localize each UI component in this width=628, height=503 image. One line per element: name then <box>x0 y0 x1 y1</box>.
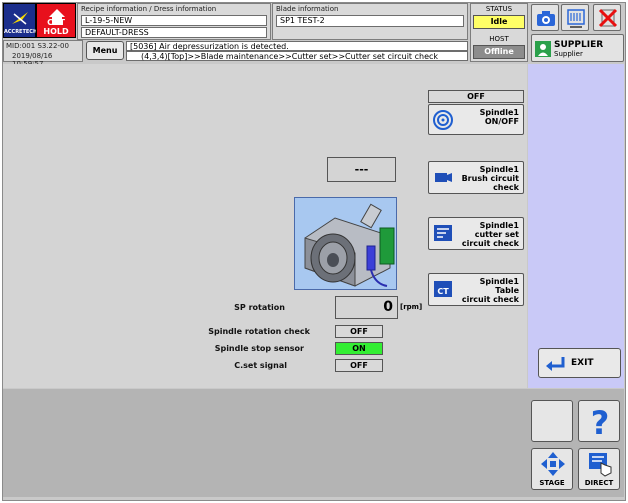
cutter-set-icon <box>434 225 452 241</box>
direct-label: DIRECT <box>584 479 614 487</box>
cset-signal-indicator: OFF <box>335 359 383 372</box>
status-label: STATUS <box>485 5 513 13</box>
spindle-image <box>304 203 395 287</box>
menu-button[interactable]: Menu <box>86 41 124 60</box>
help-button[interactable]: ? <box>578 400 620 442</box>
cutter-set-line3: circuit check <box>461 239 519 248</box>
brush-line1: Spindle1 <box>479 165 519 174</box>
stop-button[interactable] <box>593 4 621 31</box>
cancel-icon <box>598 8 618 28</box>
exit-button[interactable]: EXIT <box>538 348 621 378</box>
cutter-set-line1: Spindle1 <box>479 221 519 230</box>
machine-id: MID:001 S3.22-00 <box>6 42 69 50</box>
direct-hand-icon <box>589 453 612 477</box>
blank-button[interactable] <box>531 400 573 442</box>
brush-line2: Brush circuit <box>461 174 519 183</box>
table-line3: circuit check <box>461 295 519 304</box>
spindle-onoff-line1: Spindle1 <box>479 108 519 117</box>
dress-name: DEFAULT-DRESS <box>81 27 267 38</box>
spindle-icon <box>433 110 453 130</box>
svg-text:?: ? <box>591 404 610 442</box>
camera-icon <box>537 11 555 26</box>
cut-hold-label: CUT HOLD <box>43 18 69 36</box>
supplier-title: SUPPLIER <box>554 40 604 50</box>
brand-text: ACCRETECH <box>4 29 38 35</box>
sp-rotation-value: 0 <box>383 299 393 315</box>
question-icon: ? <box>591 404 610 442</box>
return-arrow-icon <box>546 357 565 371</box>
cutter-set-line2: cutter set <box>474 230 519 239</box>
spindle-illustration <box>294 197 397 290</box>
direct-button[interactable]: DIRECT <box>578 448 620 490</box>
status-badge: Idle <box>473 15 525 29</box>
supplier-subtitle: Supplier <box>554 50 583 58</box>
supplier-icon <box>535 41 551 57</box>
breadcrumb: (4,3,4)[Top]>>Blade maintenance>>Cutter … <box>126 51 468 61</box>
host-label: HOST <box>489 35 509 43</box>
move-arrows-icon <box>541 452 565 476</box>
stop-sensor-indicator: ON <box>335 342 383 355</box>
rotation-check-indicator: OFF <box>335 325 383 338</box>
signal-tower-button[interactable] <box>561 4 589 31</box>
table-line1: Spindle1 <box>479 277 519 286</box>
sp-rotation-display: 0 <box>335 296 398 319</box>
brush-icon <box>435 173 452 182</box>
table-line2: Table <box>495 286 519 295</box>
recipe-panel: Recipe information / Dress information L… <box>77 3 271 40</box>
cut-hold-button[interactable]: CUT HOLD <box>36 3 76 38</box>
host-badge: Offline <box>473 45 525 59</box>
stage-button[interactable]: STAGE <box>531 448 573 490</box>
brush-check-button[interactable]: Spindle1 Brush circuit check <box>428 161 524 194</box>
machine-info: MID:001 S3.22-00 2019/08/16 10:59:57 <box>3 40 83 68</box>
stage-label: STAGE <box>539 479 565 487</box>
cutter-set-check-button[interactable]: Spindle1 cutter set circuit check <box>428 217 524 250</box>
spindle-onoff-line2: ON/OFF <box>484 117 519 126</box>
spindle-state-indicator: OFF <box>428 90 524 103</box>
sp-rotation-label: SP rotation <box>234 303 285 312</box>
recipe-name: L-19-5-NEW <box>81 15 267 26</box>
message-line: [5036] Air depressurization is detected. <box>126 41 468 51</box>
stop-sensor-label: Spindle stop sensor <box>214 344 304 353</box>
exit-label: EXIT <box>571 358 594 368</box>
rotation-check-label: Spindle rotation check <box>208 327 310 336</box>
status-panel: STATUS Idle HOST Offline <box>470 3 528 62</box>
accretech-logo: ACCRETECH <box>3 3 38 38</box>
brush-line3: check <box>493 183 519 192</box>
sp-rotation-unit: [rpm] <box>400 303 423 311</box>
camera-button[interactable] <box>531 4 559 31</box>
supplier-button[interactable]: SUPPLIER Supplier <box>531 34 624 62</box>
blade-panel: Blade information SP1 TEST-2 <box>272 3 468 40</box>
svg-text:CT: CT <box>437 287 449 296</box>
blade-value: SP1 TEST-2 <box>276 15 464 27</box>
measurement-display: --- <box>327 157 396 182</box>
cset-signal-label: C.set signal <box>234 361 287 370</box>
side-panel <box>528 64 624 388</box>
blade-label: Blade information <box>276 5 339 13</box>
signal-tower-icon <box>567 9 585 28</box>
table-ct-icon: CT <box>434 281 452 297</box>
table-check-button[interactable]: CT Spindle1 Table circuit check <box>428 273 524 306</box>
recipe-label: Recipe information / Dress information <box>81 5 217 13</box>
spindle-onoff-button[interactable]: Spindle1 ON/OFF <box>428 104 524 135</box>
star-icon <box>12 12 28 25</box>
